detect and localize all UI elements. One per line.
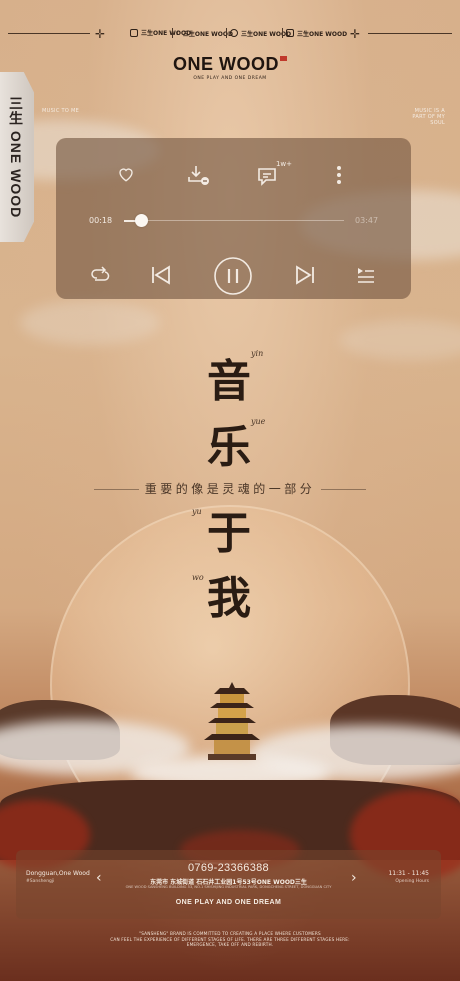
pagoda-tower <box>200 680 264 762</box>
corner-note-left: MUSIC TO ME <box>42 108 80 114</box>
music-player: 1w+ 00:18 03:47 <box>56 138 411 299</box>
chevron-right-icon[interactable]: › <box>351 870 357 886</box>
brand-header: ONE WOOD ONE PLAY AND ONE DREAM <box>0 54 460 81</box>
total-time: 03:47 <box>355 216 379 225</box>
comment-icon[interactable]: 1w+ <box>256 160 292 186</box>
subtitle: 重要的像是灵魂的一部分 <box>0 480 460 497</box>
progress-handle[interactable] <box>135 214 149 227</box>
camera-icon <box>286 29 294 37</box>
pinyin-label: yue <box>251 417 266 426</box>
download-icon[interactable] <box>186 164 210 186</box>
poster-background: ✛ 三生ONE WOOD ♪ 三生ONE WOOD 三生ONE WOOD 三生O… <box>0 0 460 981</box>
previous-icon[interactable] <box>150 265 172 285</box>
side-tab[interactable]: 三生 ONE WOOD <box>0 72 34 242</box>
divider <box>93 489 139 490</box>
hours-block: 11:31 - 11:45 Opening Hours <box>388 870 429 886</box>
footnote: "SANSHENG" BRAND IS COMMITTED TO CREATIN… <box>0 931 460 948</box>
logo-mark <box>280 56 287 61</box>
footnote-line: EMERGENCE, TAKE OFF AND REBIRTH. <box>186 942 274 948</box>
pause-button[interactable] <box>213 256 253 296</box>
more-icon[interactable] <box>336 164 342 186</box>
heart-icon[interactable] <box>117 165 135 183</box>
repeat-icon[interactable] <box>90 266 110 284</box>
cloud <box>340 320 460 360</box>
brand-tagline: ONE PLAY AND ONE DREAM <box>193 76 267 81</box>
social-douyin[interactable]: ♪ 三生ONE WOOD <box>172 28 233 38</box>
hours-value: 11:31 - 11:45 <box>388 870 429 877</box>
brand-logo-icon <box>130 28 138 37</box>
divider <box>321 489 367 490</box>
logo-text: ONE WOOD <box>173 54 279 74</box>
divider <box>226 28 227 38</box>
top-bar: ✛ 三生ONE WOOD ♪ 三生ONE WOOD 三生ONE WOOD 三生O… <box>0 26 460 42</box>
pinyin-label: yu <box>192 507 202 516</box>
divider <box>8 33 90 34</box>
address-english: ONE WOOD SANSHENG BUILDING 53, NO.1 SHIS… <box>125 885 332 889</box>
social-camera[interactable]: 三生ONE WOOD <box>282 28 347 38</box>
divider <box>172 28 173 38</box>
title-char: 音 <box>207 356 251 407</box>
motto: ONE PLAY AND ONE DREAM <box>175 899 282 906</box>
cloud <box>20 300 160 345</box>
title-char: 乐 <box>207 422 251 473</box>
phone-number[interactable]: 0769-23366388 <box>16 862 441 874</box>
crosshair-icon: ✛ <box>350 27 361 41</box>
comment-count-badge: 1w+ <box>275 160 292 168</box>
hours-label: Opening Hours <box>395 879 429 884</box>
progress-track[interactable] <box>124 220 344 221</box>
title-char: 我 <box>207 573 251 624</box>
crosshair-icon: ✛ <box>95 27 106 41</box>
side-tab-label: 三生 ONE WOOD <box>8 95 24 219</box>
title-char: 于 <box>207 508 251 559</box>
current-time: 00:18 <box>89 216 113 225</box>
pinyin-label: yin <box>251 349 264 358</box>
brand-logo[interactable]: ONE WOOD <box>0 54 460 75</box>
subtitle-text: 重要的像是灵魂的一部分 <box>144 482 316 496</box>
douyin-icon: ♪ <box>176 29 180 37</box>
divider <box>282 28 283 38</box>
next-icon[interactable] <box>294 265 316 285</box>
divider <box>368 33 452 34</box>
social-label: 三生ONE WOOD <box>297 30 348 38</box>
playlist-icon[interactable] <box>356 266 376 284</box>
corner-note-right: MUSIC IS A PART OF MY SOUL <box>412 108 445 126</box>
info-card: Dongguan,One Wood #Sanshengji ‹ 0769-233… <box>16 850 441 919</box>
pinyin-label: wo <box>192 573 204 582</box>
wechat-icon <box>230 29 238 37</box>
